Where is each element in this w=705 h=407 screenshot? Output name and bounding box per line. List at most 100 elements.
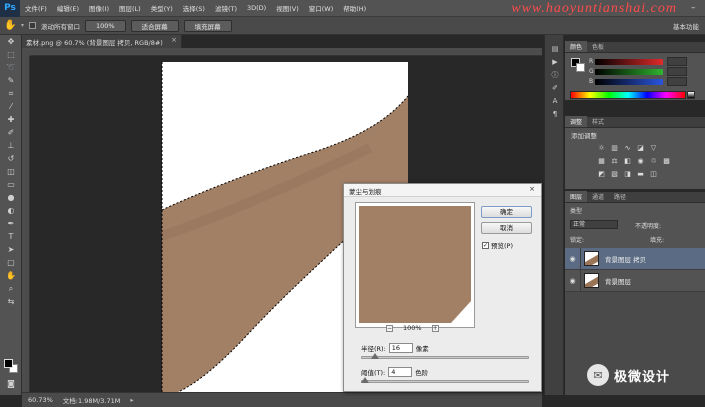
preview-checkbox-row[interactable]: ✓ 预览(P) (482, 240, 513, 250)
swap-colors-icon[interactable]: ⇆ (0, 295, 22, 308)
zoom-100-button[interactable]: 100% (85, 19, 126, 32)
threshold-slider-thumb[interactable] (361, 377, 370, 383)
radius-input[interactable]: 16 (388, 343, 413, 353)
gradient-tool-icon[interactable]: ▭ (0, 178, 22, 191)
layer-row[interactable]: ◉ 背景图层 拷贝 (565, 247, 705, 270)
hand-tool-icon[interactable]: ✋ (4, 20, 16, 32)
scroll-all-windows-checkbox[interactable] (29, 22, 37, 29)
filter-preview[interactable] (355, 202, 475, 328)
gradient-map-icon[interactable]: ▬ (635, 170, 646, 179)
close-icon[interactable]: × (171, 36, 177, 44)
actions-panel-icon[interactable]: ▶ (545, 56, 565, 69)
tool-preset-chevron-icon[interactable]: ▾ (21, 22, 24, 29)
document-tab[interactable]: 素材.png @ 60.7% (背景图层 拷贝, RGB/8#) × (22, 35, 182, 48)
info-panel-icon[interactable]: ⓘ (545, 69, 565, 82)
tab-color[interactable]: 颜色 (565, 41, 588, 52)
tab-styles[interactable]: 样式 (587, 116, 609, 127)
menu-layer[interactable]: 图层(L) (114, 3, 146, 13)
posterize-icon[interactable]: ▧ (609, 170, 620, 179)
layer-name[interactable]: 背景图层 (605, 276, 631, 286)
channel-mixer-icon[interactable]: ♲ (648, 157, 659, 166)
cancel-button[interactable]: 取消 (481, 222, 532, 234)
tab-swatches[interactable]: 色板 (587, 41, 609, 52)
fit-screen-button[interactable]: 适合屏幕 (130, 19, 179, 32)
layer-filter-kind[interactable]: 类型 (570, 206, 582, 215)
menu-help[interactable]: 帮助(H) (338, 3, 371, 13)
quick-mask-icon[interactable]: ◙ (0, 377, 22, 390)
lasso-tool-icon[interactable]: ➰ (0, 61, 22, 74)
menu-image[interactable]: 图像(I) (84, 3, 114, 13)
eraser-tool-icon[interactable]: ◫ (0, 165, 22, 178)
hand-tool-icon[interactable]: ✋ (0, 269, 22, 282)
tab-adjustments[interactable]: 调整 (565, 116, 588, 127)
vibrance-icon[interactable]: ▽ (648, 144, 659, 153)
threshold-icon[interactable]: ◨ (622, 170, 633, 179)
type-tool-icon[interactable]: T (0, 230, 22, 243)
background-color-swatch[interactable] (576, 63, 585, 72)
black-white-ramp[interactable] (687, 91, 695, 99)
invert-icon[interactable]: ◩ (596, 170, 607, 179)
move-tool-icon[interactable]: ✥ (0, 35, 22, 48)
paragraph-panel-icon[interactable]: ¶ (545, 108, 565, 121)
preview-checkbox[interactable]: ✓ (482, 241, 489, 249)
brush-tool-icon[interactable]: ✐ (0, 126, 22, 139)
selective-color-icon[interactable]: ◫ (648, 170, 659, 179)
path-select-tool-icon[interactable]: ➤ (0, 243, 22, 256)
menu-select[interactable]: 选择(S) (178, 3, 210, 13)
tab-channels[interactable]: 通道 (587, 191, 609, 202)
layer-row[interactable]: ◉ 背景图层 (565, 269, 705, 292)
shape-tool-icon[interactable]: ▢ (0, 256, 22, 269)
blue-slider[interactable] (595, 79, 663, 85)
workspace-switcher[interactable]: 基本功能 (673, 21, 699, 31)
exposure-icon[interactable]: ◪ (635, 144, 646, 153)
blend-mode-select[interactable]: 正常 (570, 220, 618, 229)
black-white-icon[interactable]: ◧ (622, 157, 633, 166)
history-panel-icon[interactable]: ▤ (545, 43, 565, 56)
red-value-field[interactable] (667, 57, 687, 66)
ok-button[interactable]: 确定 (481, 206, 532, 218)
color-balance-icon[interactable]: ⚖ (609, 157, 620, 166)
clone-stamp-tool-icon[interactable]: ⊥ (0, 139, 22, 152)
brush-panel-icon[interactable]: ✐ (545, 82, 565, 95)
green-value-field[interactable] (667, 67, 687, 76)
menu-type[interactable]: 类型(Y) (146, 3, 178, 13)
menu-window[interactable]: 窗口(W) (304, 3, 339, 13)
brightness-icon[interactable]: ☼ (596, 144, 607, 153)
red-slider[interactable] (595, 59, 663, 65)
tab-paths[interactable]: 路径 (609, 191, 631, 202)
blur-tool-icon[interactable]: ● (0, 191, 22, 204)
window-minimize-icon[interactable]: – (691, 3, 701, 13)
history-brush-tool-icon[interactable]: ↺ (0, 152, 22, 165)
zoom-in-button[interactable]: + (431, 324, 439, 332)
menu-file[interactable]: 文件(F) (20, 3, 52, 13)
levels-icon[interactable]: ▥ (609, 144, 620, 153)
status-menu-chevron-icon[interactable]: ▸ (130, 396, 133, 404)
crop-tool-icon[interactable]: ⌗ (0, 87, 22, 100)
zoom-tool-icon[interactable]: ⌕ (0, 282, 22, 295)
photo-filter-icon[interactable]: ◉ (635, 157, 646, 166)
marquee-tool-icon[interactable]: ⬚ (0, 48, 22, 61)
zoom-level[interactable]: 60.73% (28, 396, 53, 404)
zoom-out-button[interactable]: − (386, 324, 393, 332)
menu-view[interactable]: 视图(V) (271, 3, 304, 13)
threshold-slider[interactable] (361, 377, 529, 383)
blue-value-field[interactable] (667, 77, 687, 86)
foreground-color-swatch[interactable] (4, 359, 13, 368)
color-spectrum-bar[interactable] (570, 91, 686, 99)
pen-tool-icon[interactable]: ✒ (0, 217, 22, 230)
eyedropper-tool-icon[interactable]: ⁄ (0, 100, 22, 113)
hue-saturation-icon[interactable]: ▦ (596, 157, 607, 166)
healing-brush-tool-icon[interactable]: ✚ (0, 113, 22, 126)
eye-icon[interactable]: ◉ (565, 247, 581, 270)
radius-slider[interactable] (361, 353, 529, 359)
menu-3d[interactable]: 3D(D) (242, 4, 271, 12)
close-icon[interactable]: × (529, 185, 535, 193)
eye-icon[interactable]: ◉ (565, 269, 581, 292)
radius-slider-thumb[interactable] (371, 353, 380, 359)
fill-screen-button[interactable]: 填充屏幕 (183, 19, 232, 32)
dodge-tool-icon[interactable]: ◐ (0, 204, 22, 217)
dialog-title-bar[interactable]: 蒙尘与划痕 × (344, 184, 541, 197)
character-panel-icon[interactable]: A (545, 95, 565, 108)
tab-layers[interactable]: 图层 (565, 191, 588, 202)
menu-filter[interactable]: 滤镜(T) (210, 3, 242, 13)
